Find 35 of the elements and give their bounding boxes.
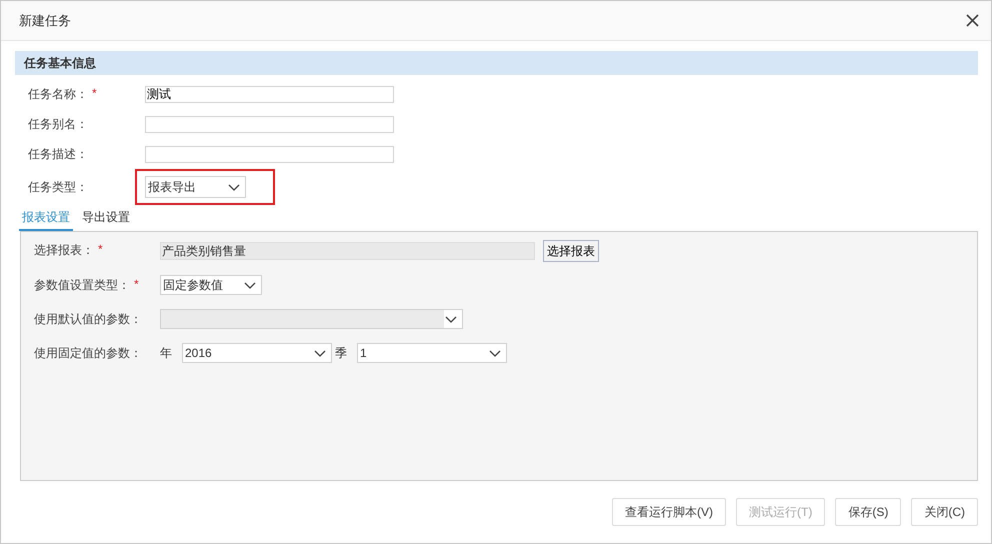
required-mark: * <box>92 86 97 102</box>
field-label: 使用固定值的参数： <box>34 344 142 362</box>
field-label: 任务类型： <box>28 178 88 196</box>
chevron-icon <box>445 316 457 322</box>
text-field[interactable] <box>145 116 394 132</box>
footer-button[interactable]: 查看运行脚本(V) <box>612 498 726 526</box>
chevron-icon <box>314 350 326 356</box>
window-title: 新建任务 <box>19 12 71 30</box>
footer-button[interactable]: 关闭(C) <box>911 498 978 526</box>
field-label: 选择报表： <box>34 242 94 259</box>
dropdown[interactable] <box>160 309 463 329</box>
dropdown[interactable]: 2016 <box>182 343 332 363</box>
chevron-icon <box>244 282 256 288</box>
report-field: 产品类别销售量 <box>160 242 535 260</box>
chevron-icon <box>228 184 240 190</box>
field-label: 任务名称： <box>28 86 88 102</box>
text-field[interactable]: 测试 <box>145 86 394 102</box>
field-label: 任务描述： <box>28 146 88 162</box>
required-mark: * <box>98 242 103 258</box>
text-field[interactable] <box>145 146 394 162</box>
section-title: 任务基本信息 <box>24 54 96 72</box>
dropdown[interactable]: 1 <box>357 343 507 363</box>
tab[interactable]: 导出设置 <box>79 205 133 231</box>
param-label: 季 <box>335 344 347 362</box>
param-label: 年 <box>160 344 172 362</box>
field-label: 使用默认值的参数： <box>34 310 142 328</box>
field-label: 任务别名： <box>28 116 88 132</box>
footer-button[interactable]: 保存(S) <box>835 498 902 526</box>
choose-report-button[interactable]: 选择报表 <box>543 240 599 262</box>
required-mark: * <box>134 276 139 292</box>
chevron-icon <box>489 350 501 356</box>
type-dropdown[interactable]: 报表导出 <box>145 176 246 198</box>
close-icon[interactable] <box>966 14 979 27</box>
dropdown[interactable]: 固定参数值 <box>160 275 262 295</box>
field-label: 参数值设置类型： <box>34 276 130 294</box>
